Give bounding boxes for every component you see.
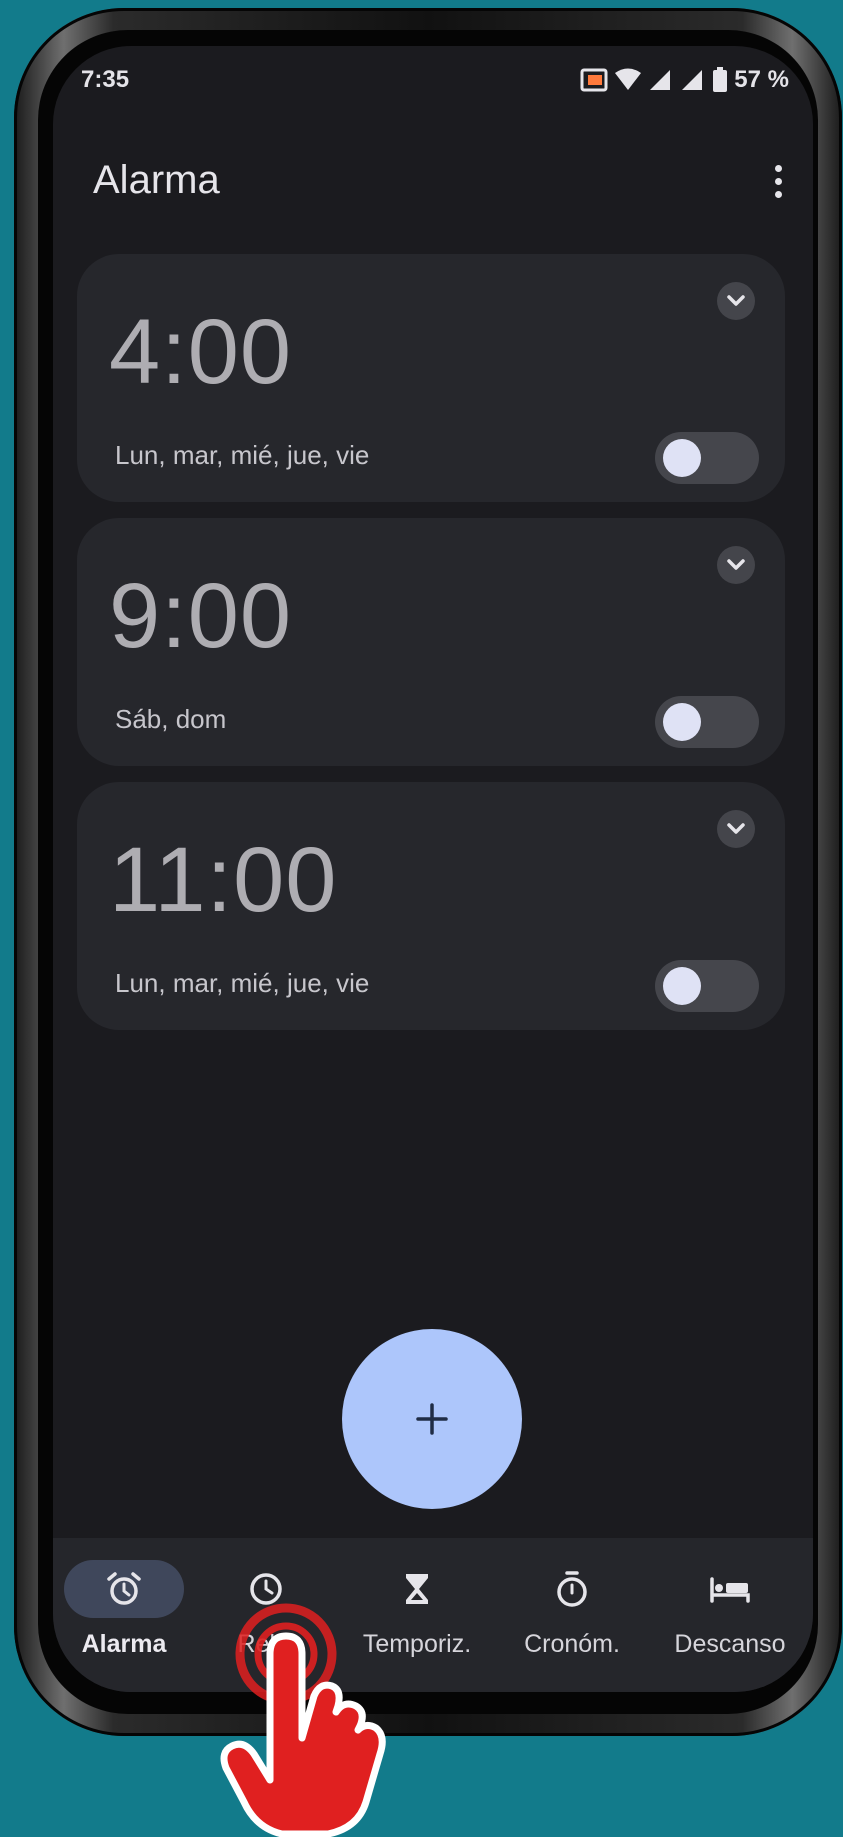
- nav-item-cronom[interactable]: Cronóm.: [497, 1538, 647, 1692]
- alarm-time[interactable]: 9:00: [109, 564, 292, 669]
- signal-roaming-icon: [682, 70, 703, 90]
- page-title: Alarma: [93, 158, 220, 202]
- tap-pointer-icon: [220, 1603, 386, 1837]
- toggle-knob: [663, 967, 701, 1005]
- stopwatch-icon: [557, 1571, 587, 1607]
- alarm-time[interactable]: 11:00: [109, 828, 337, 933]
- battery-icon: [713, 67, 728, 92]
- status-time: 7:35: [81, 66, 130, 93]
- alarm-days: Lun, mar, mié, jue, vie: [115, 968, 370, 998]
- alarm-days: Lun, mar, mié, jue, vie: [115, 440, 370, 470]
- plus-icon: [416, 1403, 448, 1435]
- nav-label: Descanso: [674, 1630, 786, 1658]
- nav-active-indicator: [64, 1560, 184, 1618]
- alarm-days: Sáb, dom: [115, 704, 227, 734]
- more-options-icon[interactable]: [763, 158, 793, 204]
- nav-icon-container: [512, 1560, 632, 1618]
- wifi-icon: [615, 68, 642, 90]
- toggle-knob: [663, 703, 701, 741]
- alarm-card[interactable]: 11:00 Lun, mar, mié, jue, vie: [77, 782, 785, 1030]
- cast-icon: [580, 68, 608, 92]
- toggle-knob: [663, 439, 701, 477]
- alarm-toggle[interactable]: [655, 960, 759, 1012]
- nav-label: Cronóm.: [524, 1630, 620, 1658]
- bottom-navigation: Alarma Reloj Temporiz. Cronóm. Descanso: [53, 1538, 813, 1692]
- alarm-clock-icon: [107, 1572, 141, 1605]
- nav-item-alarma[interactable]: Alarma: [53, 1538, 195, 1692]
- alarm-toggle[interactable]: [655, 432, 759, 484]
- nav-item-descanso[interactable]: Descanso: [647, 1538, 813, 1692]
- screen: 7:35 57 % Alarma 4:00 Lun, mar, mié, jue…: [53, 46, 813, 1692]
- chevron-down-icon[interactable]: [717, 282, 755, 320]
- status-bar: 7:35 57 %: [81, 60, 789, 100]
- alarm-time[interactable]: 4:00: [109, 300, 292, 405]
- add-alarm-button[interactable]: [342, 1329, 522, 1509]
- status-icons: 57 %: [580, 66, 789, 94]
- bed-icon: [710, 1577, 750, 1603]
- chevron-down-icon[interactable]: [717, 810, 755, 848]
- chevron-down-icon[interactable]: [717, 546, 755, 584]
- alarm-toggle[interactable]: [655, 696, 759, 748]
- battery-percent: 57 %: [734, 66, 789, 93]
- nav-label: Alarma: [81, 1630, 167, 1658]
- signal-icon: [650, 70, 671, 90]
- alarm-card[interactable]: 9:00 Sáb, dom: [77, 518, 785, 766]
- nav-icon-container: [670, 1560, 790, 1618]
- alarm-card[interactable]: 4:00 Lun, mar, mié, jue, vie: [77, 254, 785, 502]
- hourglass-icon: [406, 1574, 428, 1604]
